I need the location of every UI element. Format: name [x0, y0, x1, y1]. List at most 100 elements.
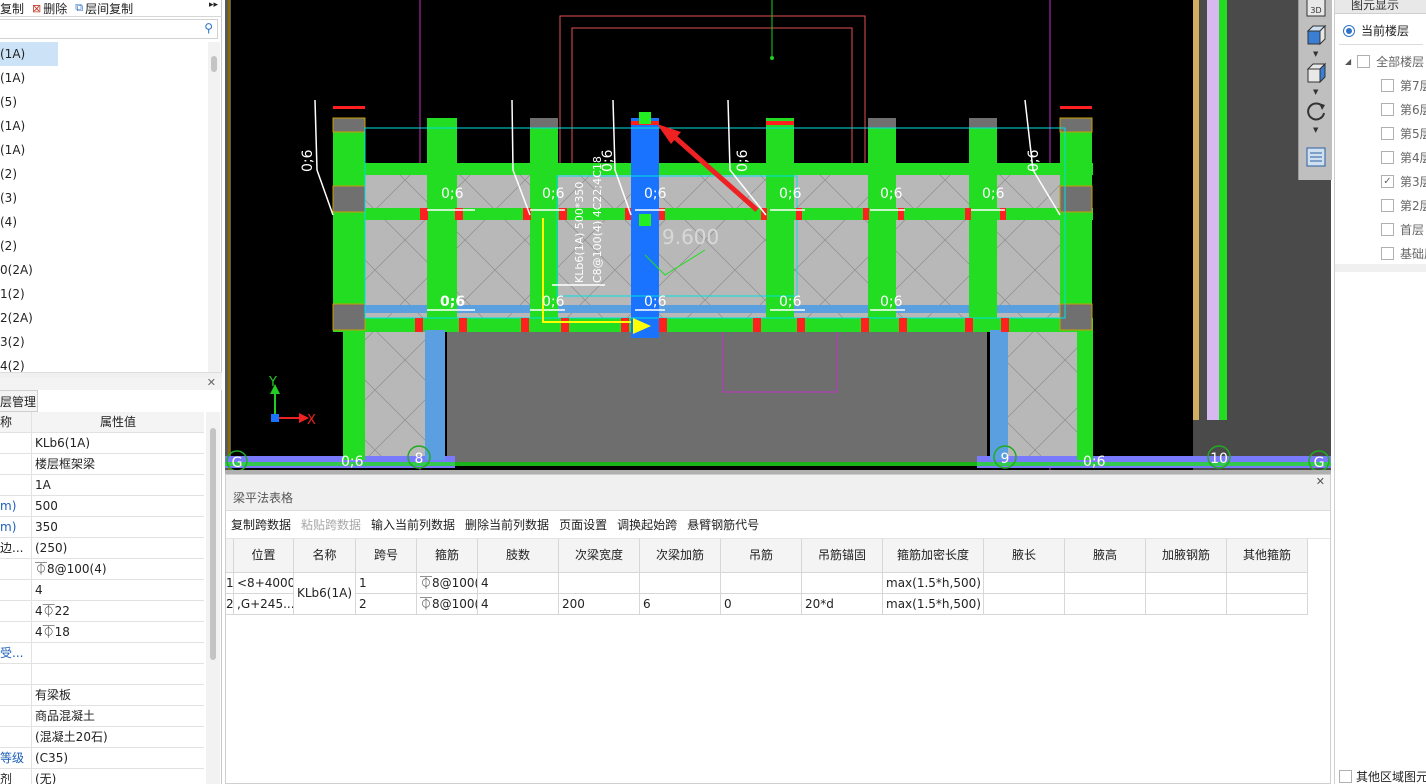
property-row[interactable]: KLb6(1A): [0, 433, 204, 454]
property-row[interactable]: 4⏁18: [0, 622, 204, 643]
table-cell[interactable]: 20*d: [802, 594, 883, 615]
column-header[interactable]: 次梁加筋: [640, 539, 721, 573]
table-cell[interactable]: [1065, 573, 1146, 594]
list-item[interactable]: (4): [0, 210, 208, 234]
property-value[interactable]: (无): [32, 769, 204, 784]
property-row[interactable]: 受...: [0, 643, 204, 664]
list-item[interactable]: 1(2): [0, 282, 208, 306]
checkbox[interactable]: [1381, 103, 1394, 116]
table-cell[interactable]: 200: [559, 594, 640, 615]
table-cell[interactable]: max(1.5*h,500): [883, 573, 984, 594]
table-cell[interactable]: 4: [478, 573, 559, 594]
property-row[interactable]: 4: [0, 580, 204, 601]
delete-column-button[interactable]: 删除当前列数据: [465, 516, 549, 533]
table-cell[interactable]: KLb6(1A): [294, 573, 356, 600]
floor-item[interactable]: 第6层: [1381, 101, 1426, 118]
table-cell[interactable]: ⏁8@100(: [417, 573, 478, 594]
property-value[interactable]: 4: [32, 580, 204, 600]
table-cell[interactable]: ,G+245...: [234, 594, 294, 615]
property-row[interactable]: 商品混凝土: [0, 706, 204, 727]
checkbox[interactable]: [1381, 247, 1394, 260]
property-row[interactable]: m) 500: [0, 496, 204, 517]
table-cell[interactable]: [721, 573, 802, 594]
table-cell[interactable]: [559, 573, 640, 594]
search-icon[interactable]: ⚲: [204, 21, 213, 35]
table-cell[interactable]: [1227, 594, 1308, 615]
page-setup-button[interactable]: 页面设置: [559, 516, 607, 533]
table-cell[interactable]: [640, 573, 721, 594]
view-top-button[interactable]: [1303, 22, 1329, 48]
floor-item[interactable]: ✓ 第3层: [1381, 173, 1426, 190]
property-value[interactable]: 4⏁22: [32, 601, 204, 621]
property-row[interactable]: m) 350: [0, 517, 204, 538]
tree-all-floors[interactable]: ◢ 全部楼层: [1345, 53, 1424, 70]
list-item[interactable]: (5): [0, 90, 208, 114]
list-item[interactable]: 0(2A): [0, 258, 208, 282]
view-3d-button[interactable]: 3D: [1303, 0, 1329, 20]
list-item[interactable]: 4(2): [0, 354, 208, 372]
property-value[interactable]: (C35): [32, 748, 204, 768]
other-area-option[interactable]: 其他区域图元: [1339, 768, 1426, 784]
list-item[interactable]: 2(2A): [0, 306, 208, 330]
list-item[interactable]: (1A): [0, 66, 208, 90]
property-row[interactable]: [0, 664, 204, 685]
checkbox[interactable]: [1381, 223, 1394, 236]
list-scrollbar[interactable]: [208, 42, 220, 372]
list-item[interactable]: (3): [0, 186, 208, 210]
table-cell[interactable]: 4: [478, 594, 559, 615]
column-header[interactable]: 肢数: [478, 539, 559, 573]
list-item[interactable]: (2): [0, 234, 208, 258]
cad-viewport[interactable]: 0;6 0;6 0;6 0;6 0;6 0;6 0;6 0;6 0;6 0;6 …: [225, 0, 1331, 470]
toolbar-overflow-icon[interactable]: ▸▸: [209, 0, 218, 10]
property-value[interactable]: (混凝土20石): [32, 727, 204, 747]
table-cell[interactable]: 2: [356, 594, 417, 615]
radio-current-floor[interactable]: 当前楼层: [1343, 22, 1409, 39]
rotate-view-button[interactable]: [1303, 98, 1329, 124]
column-header[interactable]: 腋高: [1065, 539, 1146, 573]
input-column-button[interactable]: 输入当前列数据: [371, 516, 455, 533]
list-scroll-thumb[interactable]: [211, 56, 217, 72]
table-cell[interactable]: 1: [356, 573, 417, 594]
cad-drawing[interactable]: 0;6 0;6 0;6 0;6 0;6 0;6 0;6 0;6 0;6 0;6 …: [225, 0, 1331, 470]
checkbox[interactable]: [1381, 127, 1394, 140]
table-cell[interactable]: [1065, 594, 1146, 615]
table-cell[interactable]: max(1.5*h,500): [883, 594, 984, 615]
close-icon[interactable]: ✕: [1316, 475, 1325, 488]
property-value[interactable]: KLb6(1A): [32, 433, 204, 453]
property-value[interactable]: 4⏁18: [32, 622, 204, 642]
table-cell[interactable]: [1146, 573, 1227, 594]
column-header[interactable]: 位置: [234, 539, 294, 573]
property-scroll-thumb[interactable]: [210, 428, 216, 660]
grip-handle[interactable]: [639, 214, 651, 226]
property-value[interactable]: 有梁板: [32, 685, 204, 705]
table-cell[interactable]: [984, 594, 1065, 615]
property-value[interactable]: 楼层框架梁: [32, 454, 204, 474]
search-input[interactable]: ⚲: [0, 19, 218, 39]
column-header[interactable]: 跨号: [356, 539, 417, 573]
chevron-down-icon[interactable]: ▼: [1313, 50, 1318, 58]
copy-button[interactable]: 复制: [0, 0, 24, 16]
list-item[interactable]: (1A): [0, 138, 208, 162]
floor-item[interactable]: 基础层: [1381, 245, 1426, 262]
floor-item[interactable]: 第5层: [1381, 125, 1426, 142]
table-row[interactable]: 1 <8+4000 KLb6(1A) 1 ⏁8@100(4 max(1.5*h,500): [226, 573, 1308, 600]
checkbox[interactable]: [1381, 79, 1394, 92]
copy-span-button[interactable]: 复制跨数据: [231, 516, 291, 533]
floor-item[interactable]: 第2层: [1381, 197, 1426, 214]
list-item[interactable]: 3(2): [0, 330, 208, 354]
table-cell[interactable]: ⏁8@100(: [417, 594, 478, 615]
checkbox[interactable]: [1357, 55, 1371, 68]
floor-item[interactable]: 第4层: [1381, 149, 1426, 166]
checkbox[interactable]: ✓: [1381, 175, 1394, 188]
floor-copy-button[interactable]: ⧉ 层间复制: [75, 0, 133, 16]
floor-item[interactable]: 第7层: [1381, 77, 1426, 94]
column-header[interactable]: 腋长: [984, 539, 1065, 573]
list-item[interactable]: (1A): [0, 114, 208, 138]
property-value[interactable]: [32, 643, 204, 663]
property-row[interactable]: 4⏁22: [0, 601, 204, 622]
property-row[interactable]: 有梁板: [0, 685, 204, 706]
checkbox[interactable]: [1339, 770, 1352, 783]
layer-grid-button[interactable]: [1303, 144, 1329, 170]
collapse-triangle-icon[interactable]: ◢: [1345, 57, 1351, 66]
table-cell[interactable]: 6: [640, 594, 721, 615]
